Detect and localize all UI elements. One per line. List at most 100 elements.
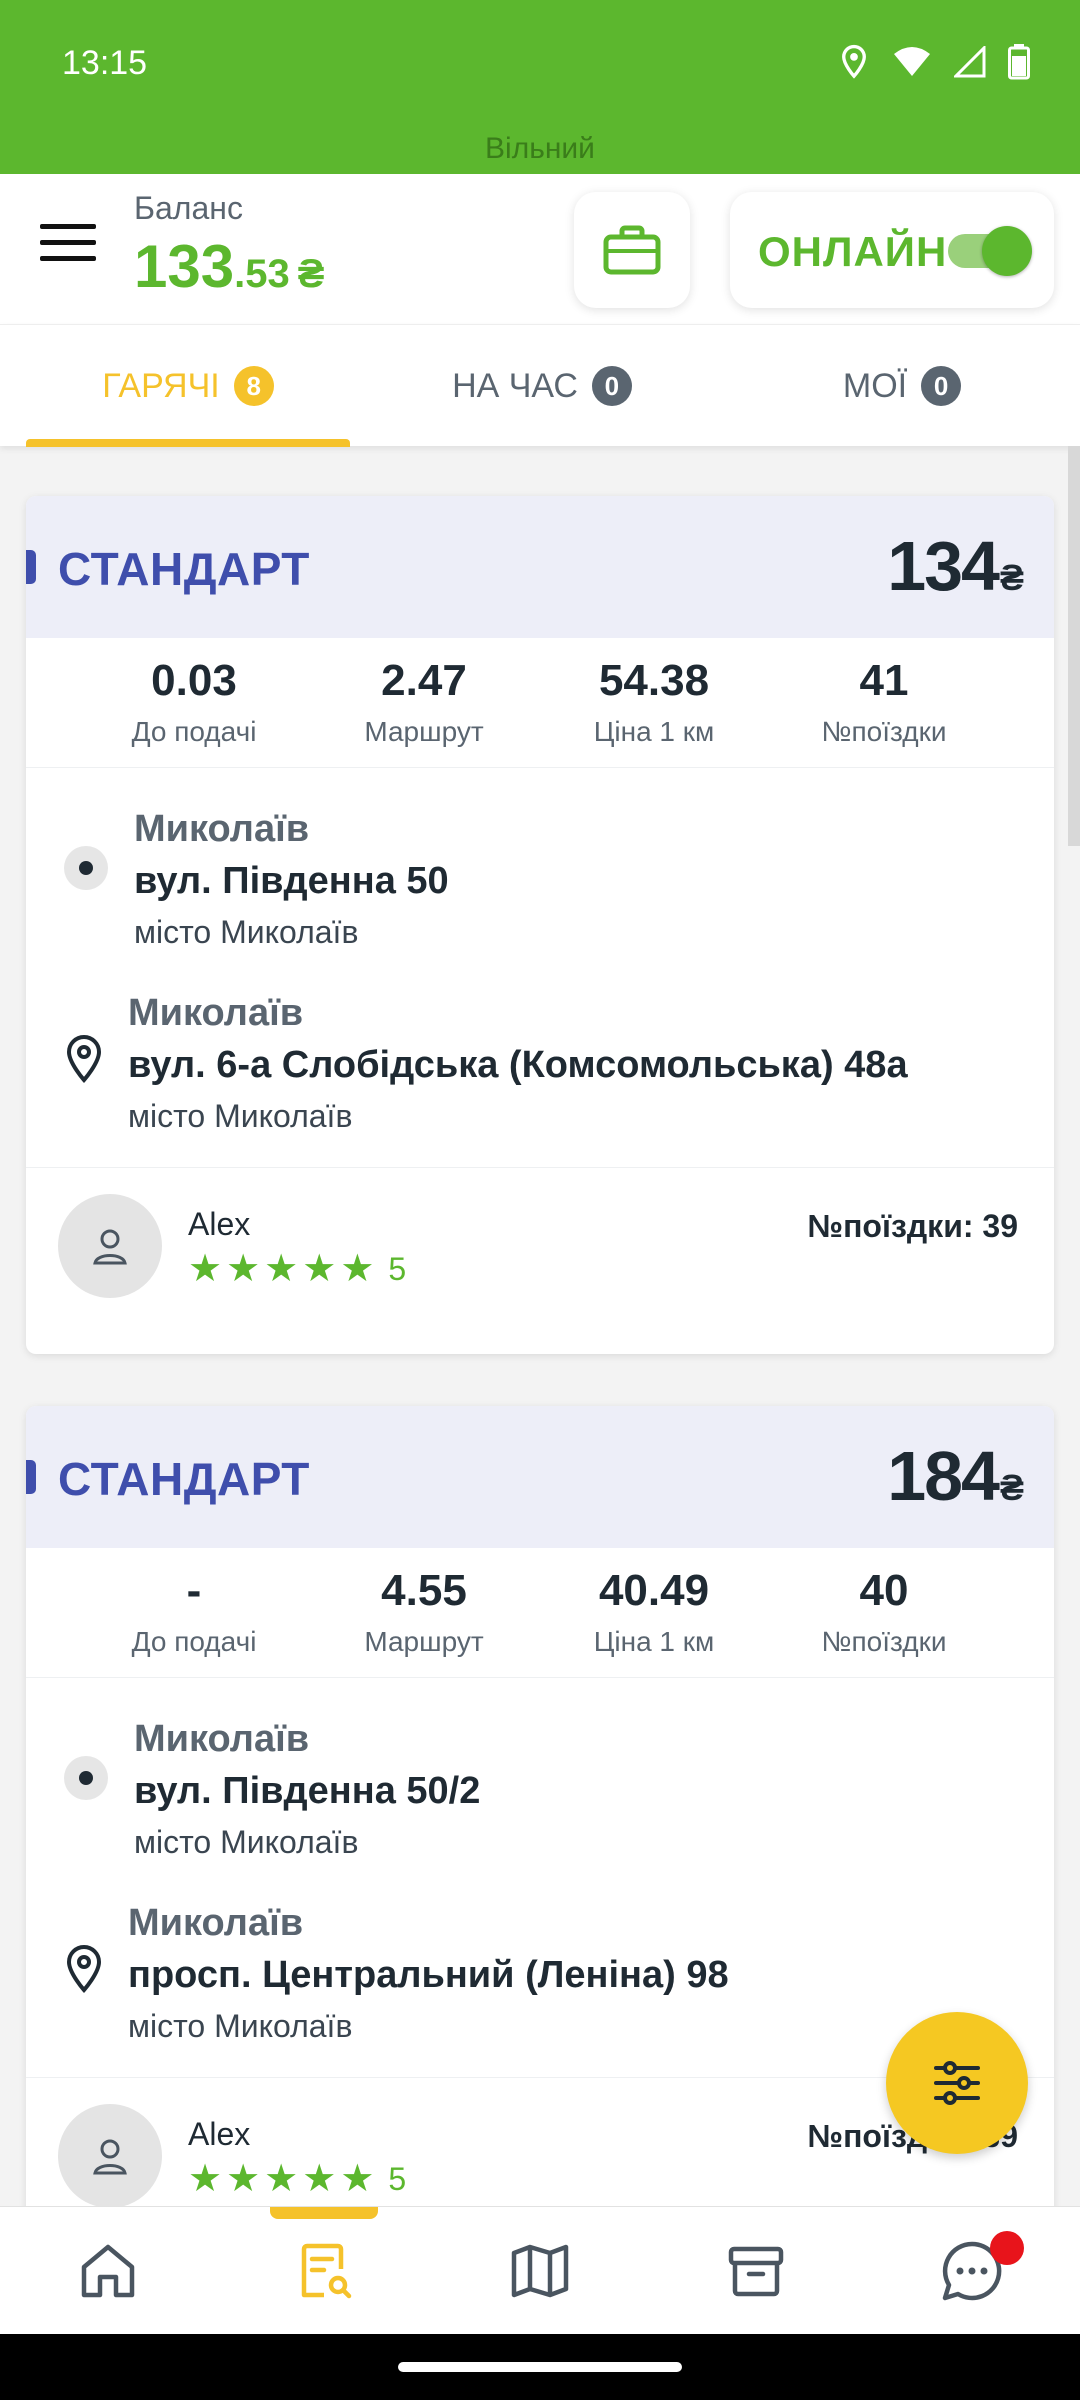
orders-search-icon xyxy=(301,2243,352,2299)
order-card-header: СТАНДАРТ 184₴ xyxy=(26,1406,1054,1548)
stat-value: 41 xyxy=(859,656,909,705)
nav-map[interactable] xyxy=(432,2207,648,2335)
order-stats: - До подачі 4.55 Маршрут 40.49 Ціна 1 км 40… xyxy=(26,1548,1054,1678)
stat-route: 2.47 Маршрут xyxy=(304,656,544,748)
stat-label: Маршрут xyxy=(364,1626,484,1657)
stat-pickup-distance: - До подачі xyxy=(74,1566,314,1658)
price-value: 184 xyxy=(887,1437,1000,1515)
star-icon: ★ xyxy=(264,2158,299,2200)
filter-button[interactable] xyxy=(886,2012,1028,2154)
status-time: 13:15 xyxy=(62,44,148,82)
map-icon xyxy=(511,2244,569,2298)
origin-city: Миколаїв xyxy=(134,808,310,850)
price-value: 134 xyxy=(887,527,1000,605)
type-marker xyxy=(26,1460,36,1494)
origin-dot-icon xyxy=(64,1756,108,1800)
star-icon: ★ xyxy=(340,1248,375,1290)
location-icon xyxy=(842,44,866,79)
nav-active-indicator xyxy=(270,2207,378,2219)
stat-label: №поїздки xyxy=(821,1626,947,1657)
stat-price-per-km: 54.38 Ціна 1 км xyxy=(534,656,774,748)
nav-home[interactable] xyxy=(0,2207,216,2335)
stat-pickup-distance: 0.03 До подачі xyxy=(74,656,314,748)
online-switch-panel: ОНЛАЙН xyxy=(730,192,1054,308)
tab-count-badge: 8 xyxy=(233,366,274,406)
origin-street: вул. Південна 50 xyxy=(134,860,449,902)
balance-currency: ₴ xyxy=(297,252,325,296)
stat-route: 4.55 Маршрут xyxy=(304,1566,544,1658)
tab-count-badge: 0 xyxy=(921,366,962,406)
star-icon: ★ xyxy=(188,1248,223,1290)
user-icon xyxy=(93,2139,127,2175)
scrollbar[interactable] xyxy=(1068,446,1080,846)
order-card[interactable]: СТАНДАРТ 134₴ 0.03 До подачі 2.47 Маршрут … xyxy=(26,496,1054,1354)
destination-city: Миколаїв xyxy=(128,992,304,1034)
briefcase-button[interactable] xyxy=(574,192,690,308)
stat-value: 54.38 xyxy=(598,656,710,705)
tab-label: МОЇ xyxy=(842,366,908,405)
order-route: Миколаїв вул. Південна 50 місто Миколаїв… xyxy=(26,768,1054,1168)
star-icon: ★ xyxy=(188,2158,223,2200)
balance-label: Баланс xyxy=(134,190,243,226)
star-icon: ★ xyxy=(302,2158,337,2200)
client-trip-number: №поїздки: 39 xyxy=(807,1208,1018,1244)
stat-value: 40.49 xyxy=(598,1566,710,1615)
status-bar: 13:15 Вільний xyxy=(0,0,1080,174)
stat-trip-number: 40 №поїздки xyxy=(764,1566,1004,1658)
avatar xyxy=(58,2104,162,2208)
battery-icon xyxy=(1008,44,1030,80)
tab-hourly[interactable]: НА ЧАС 0 xyxy=(380,325,704,447)
status-icons xyxy=(838,44,1030,80)
destination-subtitle: місто Миколаїв xyxy=(128,1098,353,1134)
briefcase-icon xyxy=(603,225,661,275)
price-currency: ₴ xyxy=(999,557,1024,598)
toggle-thumb xyxy=(982,226,1032,276)
nav-chat[interactable] xyxy=(864,2207,1080,2335)
home-gesture-bar[interactable] xyxy=(398,2362,682,2372)
destination-city: Миколаїв xyxy=(128,1902,304,1944)
client-name: Alex xyxy=(188,1206,251,1242)
stat-price-per-km: 40.49 Ціна 1 км xyxy=(534,1566,774,1658)
type-marker xyxy=(26,550,36,584)
tab-hot[interactable]: ГАРЯЧІ 8 xyxy=(26,325,350,447)
map-pin-icon xyxy=(66,1034,102,1084)
stat-value: 40 xyxy=(859,1566,909,1615)
client-info: Alex ★ ★ ★ ★ ★ 5 №поїздки: 39 xyxy=(26,1168,1054,1348)
order-tabs: ГАРЯЧІ 8 НА ЧАС 0 МОЇ 0 xyxy=(0,324,1080,447)
star-icon: ★ xyxy=(302,1248,337,1290)
rating-value: 5 xyxy=(388,2160,407,2197)
tab-mine[interactable]: МОЇ 0 xyxy=(740,325,1064,447)
app-header: Баланс 133.53 ₴ ОНЛАЙН xyxy=(0,174,1080,324)
menu-icon-line xyxy=(40,256,96,261)
online-label: ОНЛАЙН xyxy=(758,228,948,275)
filter-sliders-icon xyxy=(934,2061,980,2105)
stat-value: 0.03 xyxy=(151,656,237,705)
menu-icon-line xyxy=(40,240,96,245)
origin-subtitle: місто Миколаїв xyxy=(134,1824,359,1860)
order-card[interactable]: СТАНДАРТ 184₴ - До подачі 4.55 Маршрут 40.… xyxy=(26,1406,1054,2264)
balance-frac: .53 xyxy=(234,252,290,296)
rating-value: 5 xyxy=(388,1250,407,1287)
price-currency: ₴ xyxy=(999,1467,1024,1508)
stat-value: 2.47 xyxy=(381,656,467,705)
stat-label: Маршрут xyxy=(364,716,484,747)
nav-archive[interactable] xyxy=(648,2207,864,2335)
order-price: 184₴ xyxy=(887,1436,1024,1516)
menu-button[interactable] xyxy=(40,224,96,272)
stat-label: До подачі xyxy=(131,1626,257,1657)
balance-value: 133.53 ₴ xyxy=(134,232,324,301)
origin-street: вул. Південна 50/2 xyxy=(134,1770,481,1812)
star-icon: ★ xyxy=(264,1248,299,1290)
online-toggle[interactable] xyxy=(948,226,1032,276)
bottom-navigation xyxy=(0,2206,1080,2334)
stat-label: До подачі xyxy=(131,716,257,747)
nav-orders[interactable] xyxy=(216,2207,432,2335)
destination-street: просп. Центральний (Леніна) 98 xyxy=(128,1954,729,1996)
user-icon xyxy=(93,1229,127,1265)
archive-icon xyxy=(728,2246,784,2297)
origin-subtitle: місто Миколаїв xyxy=(134,914,359,950)
origin-city: Миколаїв xyxy=(134,1718,310,1760)
order-type: СТАНДАРТ xyxy=(58,543,310,595)
stat-value: 4.55 xyxy=(381,1566,467,1615)
destination-street: вул. 6-а Слобідська (Комсомольська) 48а xyxy=(128,1044,908,1086)
